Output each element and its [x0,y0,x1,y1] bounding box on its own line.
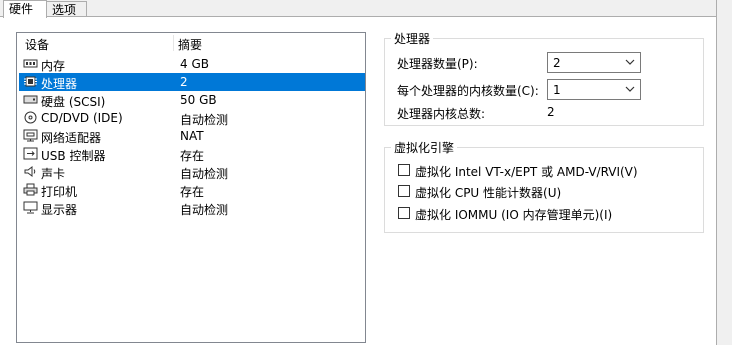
hard-disk-icon [23,95,38,104]
device-name: USB 控制器 [41,149,106,163]
device-name: CD/DVD (IDE) [41,111,123,125]
device-summary: 存在 [180,149,205,163]
usb-icon [23,147,38,160]
device-row-display[interactable]: 显示器 自动检测 [19,199,365,217]
device-row-memory[interactable]: 内存 4 GB [19,55,365,73]
iommu-checkbox[interactable] [398,207,410,219]
processor-count-value: 2 [553,56,561,70]
device-name: 内存 [41,59,66,73]
right-edge-strip [717,0,732,345]
device-row-sound-card[interactable]: 声卡 自动检测 [19,163,365,181]
device-row-processor[interactable]: 处理器 2 [19,73,365,91]
tab-options[interactable]: 选项 [46,1,87,17]
device-name: 打印机 [41,185,78,199]
monitor-icon [23,201,38,214]
device-name: 显示器 [41,203,78,217]
cores-per-processor-value: 1 [553,83,561,97]
tab-hardware[interactable]: 硬件 [3,0,47,18]
column-header-device[interactable]: 设备 [25,36,49,53]
chevron-down-icon [625,86,635,92]
processor-count-select[interactable]: 2 [547,52,641,73]
device-summary: 50 GB [180,93,217,107]
device-summary: 2 [180,75,188,89]
network-adapter-icon [23,129,38,142]
tab-options-label: 选项 [52,3,77,17]
chevron-down-icon [625,59,635,65]
cd-dvd-icon [24,111,37,124]
vtx-label[interactable]: 虚拟化 Intel VT-x/EPT 或 AMD-V/RVI(V) [415,163,638,180]
device-summary: 4 GB [180,57,209,71]
memory-icon [23,59,38,68]
cores-per-processor-select[interactable]: 1 [547,79,641,100]
virtualization-group: 虚拟化引擎 虚拟化 Intel VT-x/EPT 或 AMD-V/RVI(V) … [384,139,704,233]
device-list[interactable]: 设备 摘要 内存 4 GB 处理器 2 硬盘 (SCSI) 50 GB CD/D… [16,32,366,343]
column-separator[interactable] [173,35,174,51]
device-summary: 自动检测 [180,203,229,217]
processor-count-label: 处理器数量(P): [397,57,478,71]
device-row-usb-controller[interactable]: USB 控制器 存在 [19,145,365,163]
virtualization-group-title: 虚拟化引擎 [391,139,458,156]
device-name: 网络适配器 [41,131,102,145]
cores-per-processor-label: 每个处理器的内核数量(C): [397,84,539,98]
total-cores-label: 处理器内核总数: [397,107,486,121]
device-row-network-adapter[interactable]: 网络适配器 NAT [19,127,365,145]
total-cores-value: 2 [547,105,555,119]
device-summary: 自动检测 [180,113,229,127]
device-name: 声卡 [41,167,66,181]
device-list-header: 设备 摘要 [17,33,365,53]
vtx-checkbox[interactable] [398,164,410,176]
device-row-cd-dvd[interactable]: CD/DVD (IDE) 自动检测 [19,109,365,127]
cpu-icon [24,76,37,87]
device-name: 硬盘 (SCSI) [41,95,106,109]
column-header-summary[interactable]: 摘要 [178,36,202,53]
device-summary: 自动检测 [180,167,229,181]
printer-icon [23,183,38,196]
cpu-counters-checkbox[interactable] [398,185,410,197]
device-row-printer[interactable]: 打印机 存在 [19,181,365,199]
processor-group-title: 处理器 [391,30,434,47]
tab-hardware-label: 硬件 [9,2,34,16]
tab-strip: 选项 硬件 [0,0,732,18]
device-name: 处理器 [41,77,78,91]
device-summary: 存在 [180,185,205,199]
speaker-icon [24,166,36,177]
device-row-hard-disk[interactable]: 硬盘 (SCSI) 50 GB [19,91,365,109]
cpu-counters-label[interactable]: 虚拟化 CPU 性能计数器(U) [415,184,561,201]
iommu-label[interactable]: 虚拟化 IOMMU (IO 内存管理单元)(I) [415,206,612,223]
processor-group: 处理器 处理器数量(P): 2 每个处理器的内核数量(C): 1 处理器内核总数… [384,30,704,126]
device-summary: NAT [180,129,204,143]
